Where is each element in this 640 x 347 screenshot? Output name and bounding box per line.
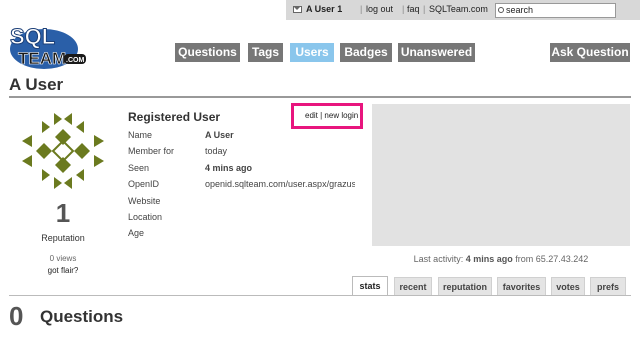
field-value-member-for: today — [205, 146, 228, 156]
svg-text:.COM: .COM — [66, 57, 84, 64]
separator: | — [423, 4, 426, 14]
search-input[interactable]: search — [495, 3, 616, 18]
tab-votes[interactable]: votes — [551, 277, 585, 295]
reputation-score: 1 — [55, 198, 71, 228]
topbar-username-link[interactable]: A User 1 — [306, 4, 342, 14]
faq-link[interactable]: faq — [407, 4, 420, 14]
divider — [9, 295, 631, 296]
edit-new-login-link[interactable]: edit | new login — [305, 111, 358, 120]
page-title: A User — [9, 75, 64, 94]
field-label-age: Age — [128, 228, 145, 238]
field-label-website: Website — [128, 196, 161, 206]
nav-questions[interactable]: Questions — [175, 43, 240, 62]
about-me-panel — [372, 104, 630, 246]
ask-question-button[interactable]: Ask Question — [550, 43, 630, 62]
field-value-seen: 4 mins ago — [205, 163, 253, 173]
tab-reputation[interactable]: reputation — [438, 277, 492, 295]
field-label-openid: OpenID — [128, 179, 160, 189]
user-topbar: A User 1 | log out | faq | SQLTeam.com s… — [286, 0, 640, 20]
nav-unanswered[interactable]: Unanswered — [398, 43, 475, 62]
edit-links-highlight: edit | new login — [291, 103, 363, 129]
tab-recent[interactable]: recent — [394, 277, 432, 295]
svg-text:SQL: SQL — [10, 24, 55, 49]
nav-tags[interactable]: Tags — [248, 43, 283, 62]
nav-users[interactable]: Users — [290, 43, 334, 62]
separator: | — [402, 4, 405, 14]
tab-prefs[interactable]: prefs — [590, 277, 626, 295]
profile-views: 0 views — [49, 254, 77, 263]
tab-favorites[interactable]: favorites — [497, 277, 546, 295]
flair-link[interactable]: got flair? — [0, 266, 126, 275]
field-label-name: Name — [128, 130, 153, 140]
last-activity: Last activity: 4 mins ago from 65.27.43.… — [413, 254, 589, 264]
nav-badges[interactable]: Badges — [340, 43, 392, 62]
questions-count: 0 — [9, 301, 24, 331]
user-avatar — [22, 113, 104, 189]
separator: | — [360, 4, 363, 14]
field-value-openid: openid.sqlteam.com/user.aspx/grazuser — [205, 179, 355, 189]
questions-heading: Questions — [40, 307, 124, 326]
divider — [9, 96, 631, 98]
field-label-member-for: Member for — [128, 146, 175, 156]
field-label-location: Location — [128, 212, 163, 222]
logout-link[interactable]: log out — [366, 4, 393, 14]
field-label-seen: Seen — [128, 163, 150, 173]
search-icon — [498, 7, 504, 13]
field-value-name: A User — [205, 130, 234, 140]
user-type-heading: Registered User — [128, 110, 221, 124]
reputation-label: Reputation — [41, 233, 85, 243]
site-link[interactable]: SQLTeam.com — [429, 4, 488, 14]
inbox-icon[interactable] — [293, 6, 302, 13]
svg-text:TEAM: TEAM — [18, 49, 66, 68]
search-placeholder: search — [506, 5, 534, 15]
site-logo[interactable]: SQL TEAM .COM — [8, 22, 88, 70]
tab-stats[interactable]: stats — [352, 276, 388, 296]
